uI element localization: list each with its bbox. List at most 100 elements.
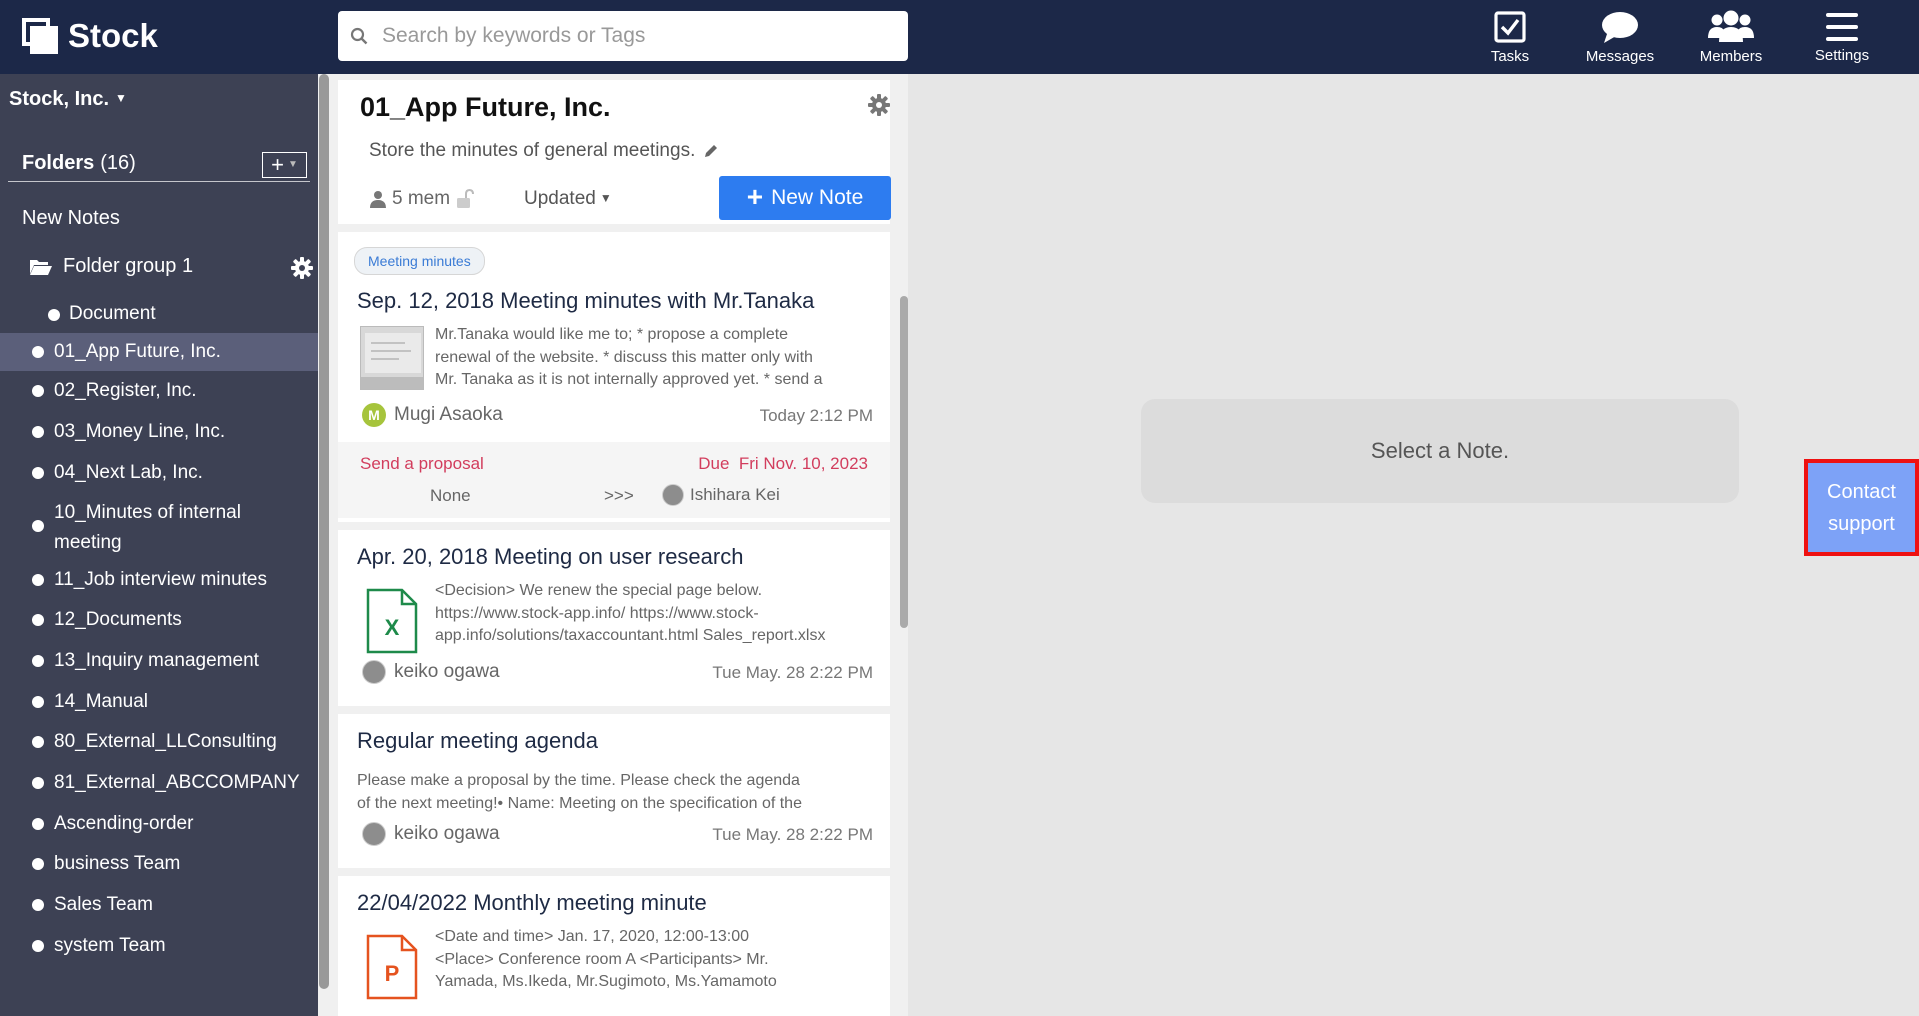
sidebar-item-80-external[interactable]: 80_External_LLConsulting (0, 723, 318, 761)
folders-header: Folders (16) (22, 152, 136, 175)
note-author: M Mugi Asaoka (362, 403, 503, 427)
nav-messages-label: Messages (1585, 47, 1655, 65)
excerpt-line: of the next meeting!• Name: Meeting on t… (357, 794, 802, 812)
folders-count: (16) (100, 152, 136, 174)
nav-members[interactable]: Members (1676, 0, 1786, 74)
sidebar-item-system-team[interactable]: system Team (0, 927, 318, 965)
note-tag[interactable]: Meeting minutes (354, 247, 485, 275)
note-timestamp: Tue May. 28 2:22 PM (712, 663, 873, 682)
nav-tasks-label: Tasks (1490, 47, 1530, 65)
sidebar-item-business-team[interactable]: business Team (0, 845, 318, 883)
organization-selector[interactable]: Stock, Inc. ▼ (9, 88, 127, 111)
note-author: keiko ogawa (362, 822, 500, 846)
sidebar-item-14-manual[interactable]: 14_Manual (0, 683, 318, 721)
task-due-date: Fri Nov. 10, 2023 (738, 454, 868, 473)
sidebar-item-ascending-order[interactable]: Ascending-order (0, 805, 318, 843)
pencil-icon[interactable] (703, 143, 719, 159)
folder-group-label: Folder group 1 (63, 255, 194, 277)
note-card[interactable]: Regular meeting agenda Please make a pro… (338, 714, 890, 868)
note-timestamp: Tue May. 28 2:22 PM (712, 825, 873, 844)
sidebar-item-label: 12_Documents (54, 609, 182, 630)
sidebar-item-label: 11_Job interview minutes (54, 569, 267, 590)
nav-messages[interactable]: Messages (1565, 0, 1675, 74)
nav-members-label: Members (1699, 47, 1763, 65)
note-card[interactable]: Apr. 20, 2018 Meeting on user research X… (338, 530, 890, 706)
nav-tasks[interactable]: Tasks (1455, 0, 1565, 74)
sidebar: Stock, Inc. ▼ Folders (16) + ▼ New Notes Fo… (0, 74, 318, 1016)
sidebar-item-10-minutes[interactable]: 10_Minutes of internal meeting (0, 494, 318, 558)
sidebar-folder-group[interactable]: Folder group 1 (29, 255, 193, 278)
sidebar-item-02-register[interactable]: 02_Register, Inc. (0, 372, 318, 410)
sidebar-item-04-next-lab[interactable]: 04_Next Lab, Inc. (0, 454, 318, 492)
new-note-button[interactable]: + New Note (719, 176, 891, 220)
sidebar-item-label: system Team (54, 935, 166, 956)
sidebar-item-label: 02_Register, Inc. (54, 380, 197, 401)
note-timestamp: Today 2:12 PM (759, 406, 873, 425)
note-list-panel: 01_App Future, Inc. Store the minutes of… (330, 74, 908, 1016)
scrollbar-thumb[interactable] (900, 296, 908, 628)
plus-icon: + (746, 181, 764, 212)
bullet-dot (32, 655, 44, 667)
author-name: keiko ogawa (394, 823, 500, 844)
nav-settings[interactable]: Settings (1787, 0, 1897, 74)
folder-description-text: Store the minutes of general meetings. (369, 140, 696, 161)
sidebar-item-new-notes[interactable]: New Notes (22, 207, 120, 230)
note-list-scrollbar[interactable] (900, 224, 908, 1016)
contact-support-line: support (1828, 512, 1895, 535)
sidebar-item-label: Ascending-order (54, 813, 194, 834)
nav-settings-label: Settings (1814, 46, 1870, 64)
note-thumbnail (360, 326, 424, 390)
sidebar-item-document[interactable]: Document (0, 296, 318, 332)
sidebar-item-label: 13_Inquiry management (54, 650, 259, 671)
sidebar-item-81-external[interactable]: 81_External_ABCCOMPANY (0, 764, 318, 802)
excerpt-line: <Decision> We renew the special page bel… (435, 582, 763, 599)
sidebar-scrollbar[interactable] (318, 74, 330, 1016)
search-bar[interactable] (338, 11, 908, 61)
note-task[interactable]: Send a proposal Due Fri Nov. 10, 2023 No… (338, 442, 890, 518)
sidebar-item-01-app-future[interactable]: 01_App Future, Inc. (0, 333, 318, 371)
excel-file-icon: X (366, 588, 418, 654)
author-name: keiko ogawa (394, 661, 500, 682)
sidebar-item-03-money-line[interactable]: 03_Money Line, Inc. (0, 413, 318, 451)
sidebar-item-13-inquiry[interactable]: 13_Inquiry management (0, 642, 318, 680)
sort-dropdown[interactable]: Updated ▼ (524, 188, 612, 210)
note-title: 22/04/2022 Monthly meeting minute (357, 890, 707, 915)
bullet-dot (32, 818, 44, 830)
excerpt-line: Yamada, Ms.Ikeda, Mr.Sugimoto, Ms.Yamamo… (435, 973, 777, 990)
file-letter: X (385, 615, 400, 640)
sidebar-item-11-job-interview[interactable]: 11_Job interview minutes (0, 561, 318, 599)
sidebar-item-sales-team[interactable]: Sales Team (0, 886, 318, 924)
app-logo[interactable]: Stock (22, 17, 158, 55)
task-due: Due Fri Nov. 10, 2023 (698, 454, 868, 474)
empty-state-message: Select a Note. (1141, 399, 1739, 503)
add-folder-button[interactable]: + ▼ (262, 152, 307, 178)
sidebar-item-label: 81_External_ABCCOMPANY (54, 772, 300, 793)
note-card[interactable]: 22/04/2022 Monthly meeting minute P <Dat… (338, 876, 890, 1016)
search-input[interactable] (380, 23, 884, 49)
note-card[interactable]: Meeting minutes Sep. 12, 2018 Meeting mi… (338, 232, 890, 522)
excerpt-line: renewal of the website. * discuss this m… (435, 348, 813, 366)
tasks-icon (1494, 10, 1526, 43)
gear-icon[interactable] (868, 94, 890, 116)
sidebar-item-label: 03_Money Line, Inc. (54, 421, 226, 442)
powerpoint-file-icon: P (366, 934, 418, 1000)
sidebar-item-label: 80_External_LLConsulting (54, 731, 277, 752)
gear-icon[interactable] (291, 257, 313, 279)
excerpt-line: <Place> Conference room A <Participants>… (435, 950, 769, 968)
scrollbar-thumb[interactable] (319, 74, 329, 989)
sidebar-item-label: Document (69, 303, 156, 324)
bullet-dot (32, 574, 44, 586)
folders-label: Folders (22, 152, 95, 174)
note-title: Regular meeting agenda (357, 728, 598, 753)
bullet-dot (32, 426, 44, 438)
excerpt-line: Mr.Tanaka would like me to; * propose a … (435, 326, 789, 343)
sidebar-item-12-documents[interactable]: 12_Documents (0, 601, 318, 639)
folder-members[interactable]: 5 mem (370, 188, 475, 210)
note-excerpt: <Decision> We renew the special page bel… (435, 580, 825, 648)
contact-support-button[interactable]: Contact support (1804, 459, 1919, 556)
task-arrow: >>> (604, 486, 634, 505)
unlock-icon (457, 189, 475, 208)
plus-icon: + (271, 152, 284, 177)
bullet-dot (48, 309, 60, 321)
note-excerpt: <Date and time> Jan. 17, 2020, 12:00-13:… (435, 926, 777, 994)
